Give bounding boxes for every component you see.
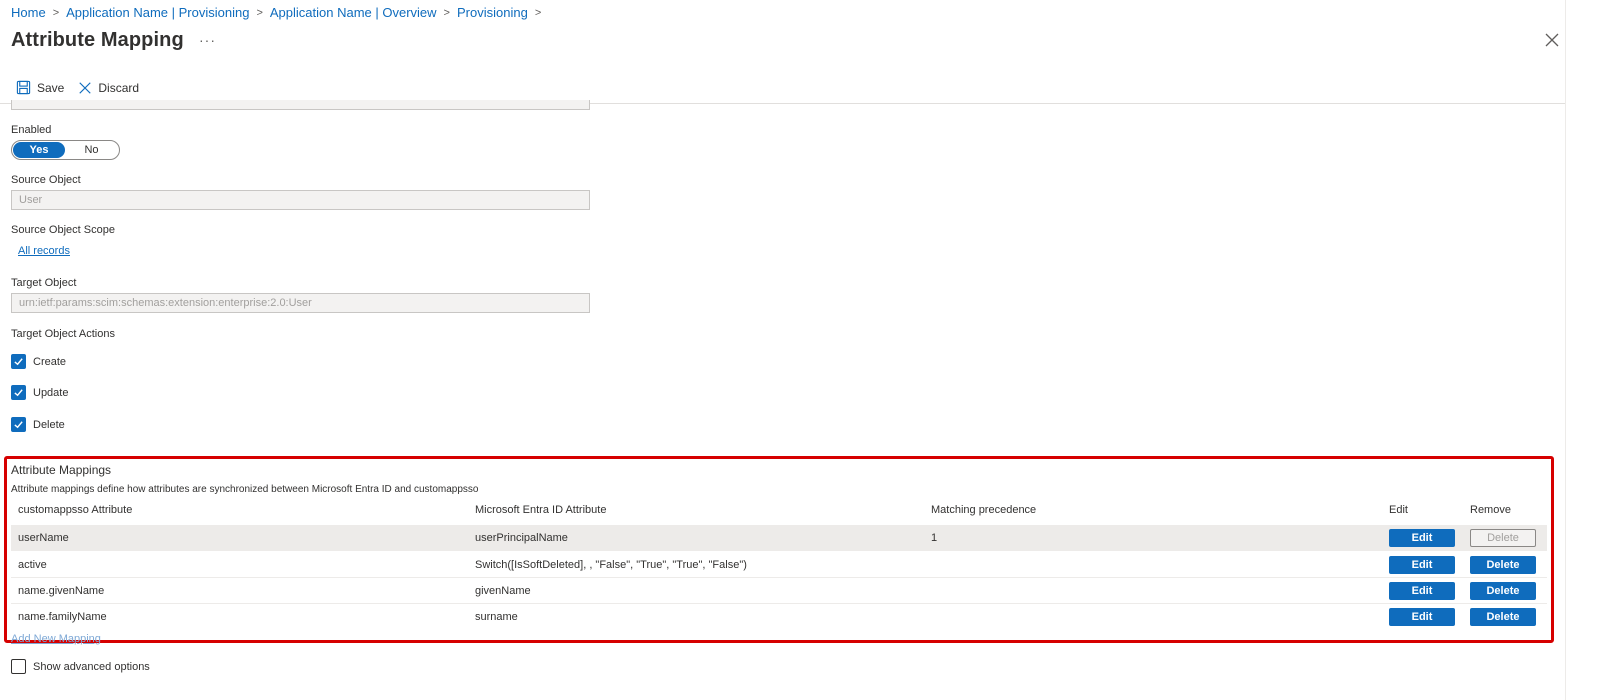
name-field-partial[interactable] <box>11 100 590 110</box>
target-object-label: Target Object <box>11 277 77 289</box>
chevron-right-icon: > <box>256 6 263 19</box>
action-update-checkbox[interactable]: Update <box>11 385 68 400</box>
delete-button: Delete <box>1470 529 1536 547</box>
source-scope-link[interactable]: All records <box>18 245 70 257</box>
table-row[interactable]: name.familyName surname Edit Delete <box>11 604 1547 630</box>
chevron-right-icon: > <box>443 6 450 19</box>
discard-label: Discard <box>98 80 140 95</box>
breadcrumb-home[interactable]: Home <box>11 5 46 20</box>
toggle-yes[interactable]: Yes <box>13 142 65 158</box>
show-advanced-label: Show advanced options <box>33 660 150 673</box>
show-advanced-checkbox[interactable]: Show advanced options <box>11 659 150 674</box>
edit-button[interactable]: Edit <box>1389 529 1455 547</box>
source-object-field: User <box>11 190 590 210</box>
source-scope-label: Source Object Scope <box>11 224 115 236</box>
breadcrumb-app-overview[interactable]: Application Name | Overview <box>270 5 437 20</box>
delete-button[interactable]: Delete <box>1470 556 1536 574</box>
checkbox-unchecked-icon <box>11 659 26 674</box>
header-matching-precedence: Matching precedence <box>931 504 1037 516</box>
enabled-label: Enabled <box>11 124 52 136</box>
page-title: Attribute Mapping <box>11 29 184 51</box>
breadcrumb: Home > Application Name | Provisioning >… <box>11 5 548 20</box>
action-create-label: Create <box>33 355 67 368</box>
command-bar: Save Discard <box>16 80 139 95</box>
cell-target: givenName <box>475 585 531 597</box>
table-row[interactable]: active Switch([IsSoftDeleted], , "False"… <box>11 552 1547 578</box>
table-row[interactable]: name.givenName givenName Edit Delete <box>11 578 1547 604</box>
mappings-title: Attribute Mappings <box>11 463 112 477</box>
delete-button[interactable]: Delete <box>1470 608 1536 626</box>
discard-button[interactable]: Discard <box>78 81 139 95</box>
checkmark-icon <box>11 385 26 400</box>
source-object-label: Source Object <box>11 174 81 186</box>
header-source-attribute: customappsso Attribute <box>18 504 133 516</box>
breadcrumb-provisioning[interactable]: Provisioning <box>457 5 528 20</box>
chevron-right-icon: > <box>534 6 542 19</box>
target-actions-label: Target Object Actions <box>11 328 115 340</box>
delete-button[interactable]: Delete <box>1470 582 1536 600</box>
chevron-right-icon: > <box>52 6 60 19</box>
action-delete-checkbox[interactable]: Delete <box>11 417 65 432</box>
save-label: Save <box>37 80 65 95</box>
more-options-icon[interactable]: ··· <box>199 32 216 48</box>
mappings-description: Attribute mappings define how attributes… <box>11 484 479 495</box>
checkmark-icon <box>11 354 26 369</box>
edit-button[interactable]: Edit <box>1389 582 1455 600</box>
cell-target: userPrincipalName <box>475 532 568 544</box>
save-button[interactable]: Save <box>16 80 64 95</box>
action-delete-label: Delete <box>33 418 65 431</box>
header-edit: Edit <box>1389 504 1408 516</box>
action-update-label: Update <box>33 386 69 399</box>
add-new-mapping-link[interactable]: Add New Mapping <box>11 633 101 645</box>
action-create-checkbox[interactable]: Create <box>11 354 66 369</box>
edit-button[interactable]: Edit <box>1389 608 1455 626</box>
header-target-attribute: Microsoft Entra ID Attribute <box>475 504 607 516</box>
table-row[interactable]: userName userPrincipalName 1 Edit Delete <box>11 525 1547 551</box>
cell-target: Switch([IsSoftDeleted], , "False", "True… <box>475 559 747 571</box>
cell-target: surname <box>475 611 518 623</box>
discard-icon <box>79 81 92 94</box>
toggle-no[interactable]: No <box>65 144 118 156</box>
save-icon <box>16 80 31 95</box>
panel-edge <box>1565 0 1566 700</box>
cell-source: userName <box>18 532 69 544</box>
cell-source: name.givenName <box>18 585 105 597</box>
close-icon[interactable] <box>1544 32 1560 48</box>
edit-button[interactable]: Edit <box>1389 556 1455 574</box>
cell-source: active <box>18 559 47 571</box>
target-object-field: urn:ietf:params:scim:schemas:extension:e… <box>11 293 590 313</box>
cell-source: name.familyName <box>18 611 107 623</box>
enabled-toggle[interactable]: Yes No <box>11 140 120 160</box>
cell-precedence: 1 <box>931 532 938 544</box>
breadcrumb-app-provisioning[interactable]: Application Name | Provisioning <box>66 5 249 20</box>
header-remove: Remove <box>1470 504 1511 516</box>
checkmark-icon <box>11 417 26 432</box>
